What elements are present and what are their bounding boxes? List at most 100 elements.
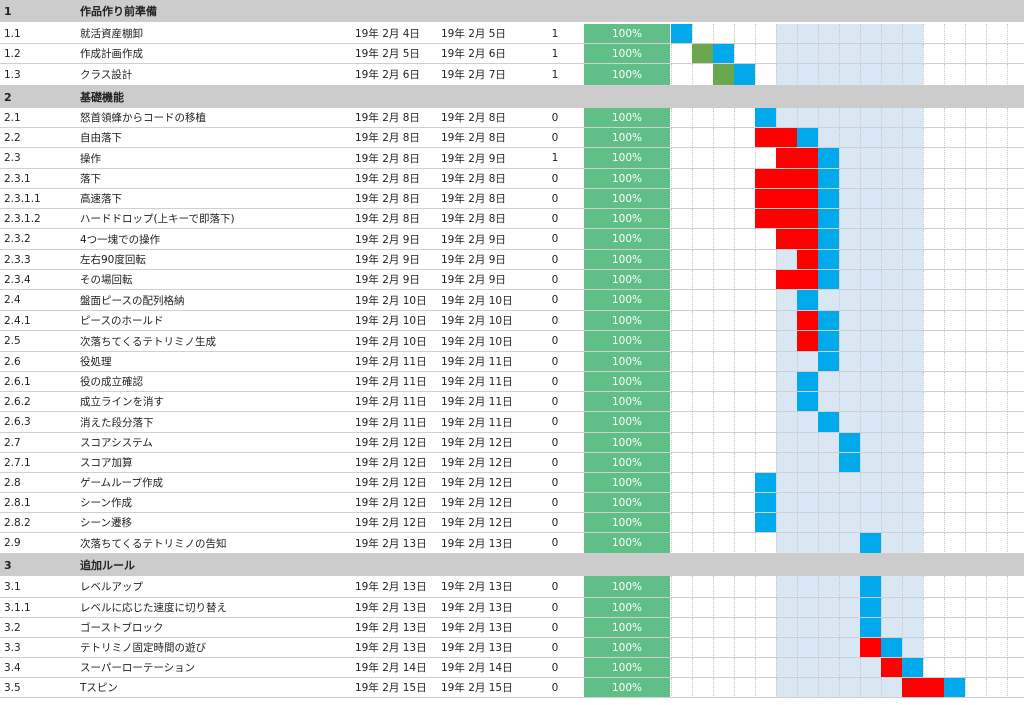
task-id-cell[interactable]: 3.4 (4, 658, 78, 677)
section-row[interactable]: 3 追加ルール (0, 554, 1024, 576)
task-row[interactable]: 2.1 怒首領蜂からコードの移植 19年 2月 8日 19年 2月 8日 0 100% (0, 108, 1024, 128)
task-row[interactable]: 2.3.1.1 高速落下 19年 2月 8日 19年 2月 8日 0 100% (0, 189, 1024, 209)
start-date-cell[interactable]: 19年 2月 11日 (355, 392, 440, 411)
task-name-cell[interactable]: 基礎機能 (80, 86, 350, 108)
duration-cell[interactable]: 0 (527, 392, 583, 411)
start-date-cell[interactable]: 19年 2月 13日 (355, 533, 440, 553)
task-id-cell[interactable]: 2.3.2 (4, 229, 78, 249)
task-name-cell[interactable]: ピースのホールド (80, 311, 350, 330)
start-date-cell[interactable]: 19年 2月 13日 (355, 638, 440, 657)
task-name-cell[interactable]: スーパーローテーション (80, 658, 350, 677)
task-name-cell[interactable]: 4つ一塊での操作 (80, 229, 350, 249)
task-row[interactable]: 2.2 自由落下 19年 2月 8日 19年 2月 8日 0 100% (0, 128, 1024, 148)
end-date-cell[interactable]: 19年 2月 5日 (441, 24, 526, 43)
duration-cell[interactable]: 0 (527, 598, 583, 617)
progress-cell[interactable]: 100% (584, 453, 670, 472)
task-name-cell[interactable]: ゲームループ作成 (80, 473, 350, 492)
start-date-cell[interactable]: 19年 2月 11日 (355, 352, 440, 371)
end-date-cell[interactable]: 19年 2月 10日 (441, 311, 526, 330)
duration-cell[interactable]: 0 (527, 533, 583, 553)
progress-cell[interactable]: 100% (584, 108, 670, 127)
task-name-cell[interactable]: スコア加算 (80, 453, 350, 472)
task-row[interactable]: 2.5 次落ちてくるテトリミノ生成 19年 2月 10日 19年 2月 10日 0 100… (0, 331, 1024, 352)
task-name-cell[interactable]: 作成計画作成 (80, 44, 350, 63)
duration-cell[interactable]: 0 (527, 352, 583, 371)
task-name-cell[interactable]: ハードドロップ(上キーで即落下) (80, 209, 350, 228)
end-date-cell[interactable]: 19年 2月 9日 (441, 148, 526, 168)
duration-cell[interactable]: 1 (527, 44, 583, 63)
task-row[interactable]: 1.1 就活資産棚卸 19年 2月 4日 19年 2月 5日 1 100% (0, 24, 1024, 44)
progress-cell[interactable]: 100% (584, 638, 670, 657)
progress-cell[interactable]: 100% (584, 412, 670, 432)
progress-cell[interactable]: 100% (584, 473, 670, 492)
start-date-cell[interactable]: 19年 2月 9日 (355, 229, 440, 249)
end-date-cell[interactable]: 19年 2月 10日 (441, 290, 526, 310)
start-date-cell[interactable]: 19年 2月 13日 (355, 598, 440, 617)
task-name-cell[interactable]: 役の成立確認 (80, 372, 350, 391)
task-row[interactable]: 1.3 クラス設計 19年 2月 6日 19年 2月 7日 1 100% (0, 64, 1024, 86)
progress-cell[interactable]: 100% (584, 270, 670, 289)
duration-cell[interactable]: 1 (527, 148, 583, 168)
end-date-cell[interactable]: 19年 2月 13日 (441, 533, 526, 553)
start-date-cell[interactable]: 19年 2月 13日 (355, 576, 440, 597)
task-id-cell[interactable]: 2.8.1 (4, 493, 78, 512)
end-date-cell[interactable]: 19年 2月 15日 (441, 678, 526, 697)
task-row[interactable]: 2.3.2 4つ一塊での操作 19年 2月 9日 19年 2月 9日 0 100% (0, 229, 1024, 250)
start-date-cell[interactable]: 19年 2月 11日 (355, 412, 440, 432)
task-id-cell[interactable]: 3.2 (4, 618, 78, 637)
task-name-cell[interactable]: 役処理 (80, 352, 350, 371)
progress-cell[interactable]: 100% (584, 128, 670, 147)
duration-cell[interactable]: 1 (527, 64, 583, 85)
duration-cell[interactable]: 0 (527, 638, 583, 657)
start-date-cell[interactable]: 19年 2月 8日 (355, 128, 440, 147)
end-date-cell[interactable]: 19年 2月 8日 (441, 108, 526, 127)
progress-cell[interactable]: 100% (584, 209, 670, 228)
task-name-cell[interactable]: テトリミノ固定時間の遊び (80, 638, 350, 657)
task-id-cell[interactable]: 2.1 (4, 108, 78, 127)
duration-cell[interactable]: 0 (527, 372, 583, 391)
end-date-cell[interactable]: 19年 2月 8日 (441, 128, 526, 147)
task-name-cell[interactable]: スコアシステム (80, 433, 350, 452)
duration-cell[interactable]: 0 (527, 678, 583, 697)
task-name-cell[interactable]: 就活資産棚卸 (80, 24, 350, 43)
end-date-cell[interactable]: 19年 2月 12日 (441, 493, 526, 512)
progress-cell[interactable]: 100% (584, 576, 670, 597)
start-date-cell[interactable]: 19年 2月 11日 (355, 372, 440, 391)
progress-cell[interactable]: 100% (584, 290, 670, 310)
end-date-cell[interactable]: 19年 2月 8日 (441, 209, 526, 228)
task-id-cell[interactable]: 2.7.1 (4, 453, 78, 472)
task-row[interactable]: 2.3 操作 19年 2月 8日 19年 2月 9日 1 100% (0, 148, 1024, 169)
task-row[interactable]: 3.5 Tスピン 19年 2月 15日 19年 2月 15日 0 100% (0, 678, 1024, 698)
task-id-cell[interactable]: 2.7 (4, 433, 78, 452)
progress-cell[interactable]: 100% (584, 250, 670, 269)
start-date-cell[interactable]: 19年 2月 8日 (355, 148, 440, 168)
task-id-cell[interactable]: 2.3 (4, 148, 78, 168)
task-row[interactable]: 2.8 ゲームループ作成 19年 2月 12日 19年 2月 12日 0 100% (0, 473, 1024, 493)
task-id-cell[interactable]: 1.1 (4, 24, 78, 43)
task-row[interactable]: 1.2 作成計画作成 19年 2月 5日 19年 2月 6日 1 100% (0, 44, 1024, 64)
task-id-cell[interactable]: 2.4 (4, 290, 78, 310)
start-date-cell[interactable]: 19年 2月 13日 (355, 618, 440, 637)
start-date-cell[interactable]: 19年 2月 10日 (355, 331, 440, 351)
task-name-cell[interactable]: 怒首領蜂からコードの移植 (80, 108, 350, 127)
task-row[interactable]: 2.8.1 シーン作成 19年 2月 12日 19年 2月 12日 0 100% (0, 493, 1024, 513)
task-id-cell[interactable]: 2 (4, 86, 78, 108)
task-id-cell[interactable]: 2.4.1 (4, 311, 78, 330)
start-date-cell[interactable]: 19年 2月 12日 (355, 473, 440, 492)
task-row[interactable]: 3.1.1 レベルに応じた速度に切り替え 19年 2月 13日 19年 2月 13日 0… (0, 598, 1024, 618)
task-id-cell[interactable]: 2.3.1.1 (4, 189, 78, 208)
task-name-cell[interactable]: 消えた段分落下 (80, 412, 350, 432)
task-id-cell[interactable]: 2.6.2 (4, 392, 78, 411)
task-row[interactable]: 2.6.3 消えた段分落下 19年 2月 11日 19年 2月 11日 0 100% (0, 412, 1024, 433)
duration-cell[interactable]: 0 (527, 618, 583, 637)
progress-cell[interactable]: 100% (584, 493, 670, 512)
task-name-cell[interactable]: 盤面ピースの配列格納 (80, 290, 350, 310)
progress-cell[interactable]: 100% (584, 352, 670, 371)
duration-cell[interactable]: 0 (527, 229, 583, 249)
task-id-cell[interactable]: 2.8.2 (4, 513, 78, 532)
task-id-cell[interactable]: 2.6.1 (4, 372, 78, 391)
task-id-cell[interactable]: 2.9 (4, 533, 78, 553)
task-id-cell[interactable]: 2.5 (4, 331, 78, 351)
task-name-cell[interactable]: 操作 (80, 148, 350, 168)
task-name-cell[interactable]: Tスピン (80, 678, 350, 697)
